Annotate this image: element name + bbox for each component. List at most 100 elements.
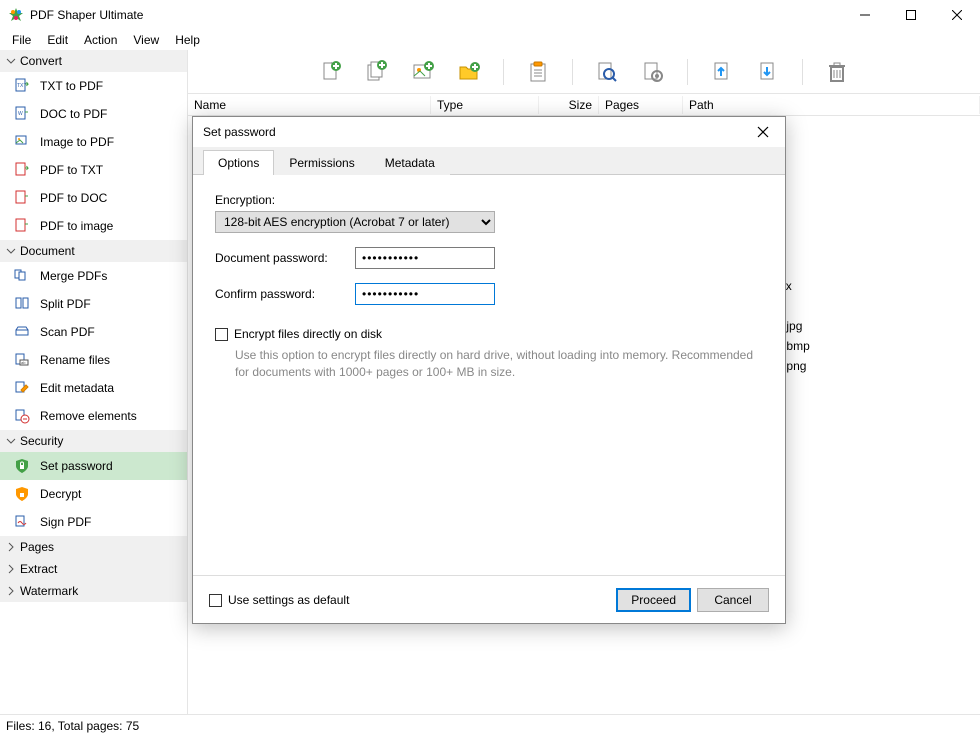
sidebar-item-scan-pdf[interactable]: Scan PDF <box>0 318 187 346</box>
menu-help[interactable]: Help <box>167 31 208 49</box>
minimize-button[interactable] <box>842 0 888 30</box>
section-security[interactable]: Security <box>0 430 187 452</box>
column-pages[interactable]: Pages <box>599 96 683 114</box>
merge-icon <box>14 268 30 284</box>
tab-permissions[interactable]: Permissions <box>274 150 369 175</box>
image-to-pdf-icon <box>14 134 30 150</box>
window-title: PDF Shaper Ultimate <box>30 8 842 22</box>
section-document[interactable]: Document <box>0 240 187 262</box>
document-password-input[interactable] <box>355 247 495 269</box>
pdf-to-doc-icon <box>14 190 30 206</box>
use-settings-default-checkbox[interactable] <box>209 594 222 607</box>
tab-options[interactable]: Options <box>203 150 274 175</box>
toolbar-separator <box>572 59 573 85</box>
add-image-button[interactable] <box>409 58 437 86</box>
status-text: Files: 16, Total pages: 75 <box>6 719 139 733</box>
svg-text:ab: ab <box>21 360 26 365</box>
sidebar-item-decrypt[interactable]: Decrypt <box>0 480 187 508</box>
sidebar-item-split-pdf[interactable]: Split PDF <box>0 290 187 318</box>
sidebar-item-merge-pdfs[interactable]: Merge PDFs <box>0 262 187 290</box>
chevron-right-icon <box>6 586 16 596</box>
split-icon <box>14 296 30 312</box>
section-pages[interactable]: Pages <box>0 536 187 558</box>
encrypt-on-disk-hint: Use this option to encrypt files directl… <box>235 347 763 381</box>
section-watermark[interactable]: Watermark <box>0 580 187 602</box>
chevron-down-icon <box>6 246 16 256</box>
doc-to-pdf-icon: W <box>14 106 30 122</box>
sidebar-item-image-to-pdf[interactable]: Image to PDF <box>0 128 187 156</box>
signature-icon <box>14 514 30 530</box>
menu-edit[interactable]: Edit <box>39 31 76 49</box>
column-size[interactable]: Size <box>539 96 599 114</box>
toolbar-separator <box>503 59 504 85</box>
confirm-password-label: Confirm password: <box>215 287 355 301</box>
chevron-down-icon <box>6 56 16 66</box>
sidebar-item-edit-metadata[interactable]: Edit metadata <box>0 374 187 402</box>
chevron-down-icon <box>6 436 16 446</box>
pdf-to-txt-icon <box>14 162 30 178</box>
proceed-button[interactable]: Proceed <box>616 588 691 612</box>
sidebar-item-txt-to-pdf[interactable]: TXTTXT to PDF <box>0 72 187 100</box>
pdf-to-image-icon <box>14 218 30 234</box>
app-logo-icon <box>8 7 24 23</box>
sidebar-item-pdf-to-image[interactable]: PDF to image <box>0 212 187 240</box>
sidebar-item-doc-to-pdf[interactable]: WDOC to PDF <box>0 100 187 128</box>
txt-to-pdf-icon: TXT <box>14 78 30 94</box>
move-up-button[interactable] <box>708 58 736 86</box>
tab-metadata[interactable]: Metadata <box>370 150 450 175</box>
sidebar-item-set-password[interactable]: Set password <box>0 452 187 480</box>
encrypt-on-disk-label: Encrypt files directly on disk <box>234 327 382 341</box>
titlebar: PDF Shaper Ultimate <box>0 0 980 30</box>
add-file-button[interactable] <box>317 58 345 86</box>
toolbar-separator <box>802 59 803 85</box>
toolbar-separator <box>687 59 688 85</box>
column-type[interactable]: Type <box>431 96 539 114</box>
sidebar-item-pdf-to-txt[interactable]: PDF to TXT <box>0 156 187 184</box>
menu-action[interactable]: Action <box>76 31 125 49</box>
menu-view[interactable]: View <box>125 31 167 49</box>
chevron-right-icon <box>6 542 16 552</box>
sidebar-item-pdf-to-doc[interactable]: PDF to DOC <box>0 184 187 212</box>
encrypt-on-disk-checkbox[interactable] <box>215 328 228 341</box>
add-files-button[interactable] <box>363 58 391 86</box>
rename-icon: ab <box>14 352 30 368</box>
section-convert[interactable]: Convert <box>0 50 187 72</box>
move-down-button[interactable] <box>754 58 782 86</box>
close-button[interactable] <box>934 0 980 30</box>
table-header: Name Type Size Pages Path <box>188 94 980 116</box>
column-path[interactable]: Path <box>683 96 980 114</box>
dialog-footer: Use settings as default Proceed Cancel <box>193 575 785 623</box>
metadata-icon <box>14 380 30 396</box>
confirm-password-input[interactable] <box>355 283 495 305</box>
remove-icon <box>14 408 30 424</box>
document-password-label: Document password: <box>215 251 355 265</box>
sidebar-item-remove-elements[interactable]: Remove elements <box>0 402 187 430</box>
encryption-select[interactable]: 128-bit AES encryption (Acrobat 7 or lat… <box>215 211 495 233</box>
statusbar: Files: 16, Total pages: 75 <box>0 714 980 736</box>
shield-lock-icon <box>14 458 30 474</box>
settings-file-button[interactable] <box>639 58 667 86</box>
menu-file[interactable]: File <box>4 31 39 49</box>
column-name[interactable]: Name <box>188 96 431 114</box>
sidebar-item-rename-files[interactable]: abRename files <box>0 346 187 374</box>
dialog-tabs: Options Permissions Metadata <box>193 147 785 175</box>
section-label: Convert <box>20 54 62 68</box>
shield-unlock-icon <box>14 486 30 502</box>
maximize-button[interactable] <box>888 0 934 30</box>
delete-button[interactable] <box>823 58 851 86</box>
encryption-label: Encryption: <box>215 193 763 207</box>
add-folder-button[interactable] <box>455 58 483 86</box>
sidebar-item-sign-pdf[interactable]: Sign PDF <box>0 508 187 536</box>
preview-button[interactable] <box>593 58 621 86</box>
toolbar <box>188 50 980 94</box>
dialog-title-text: Set password <box>203 125 276 139</box>
dialog-body: Encryption: 128-bit AES encryption (Acro… <box>193 175 785 575</box>
use-settings-default-label: Use settings as default <box>228 593 349 607</box>
svg-text:W: W <box>18 111 23 117</box>
paste-button[interactable] <box>524 58 552 86</box>
chevron-right-icon <box>6 564 16 574</box>
section-extract[interactable]: Extract <box>0 558 187 580</box>
dialog-close-button[interactable] <box>751 120 775 144</box>
scan-icon <box>14 324 30 340</box>
cancel-button[interactable]: Cancel <box>697 588 769 612</box>
